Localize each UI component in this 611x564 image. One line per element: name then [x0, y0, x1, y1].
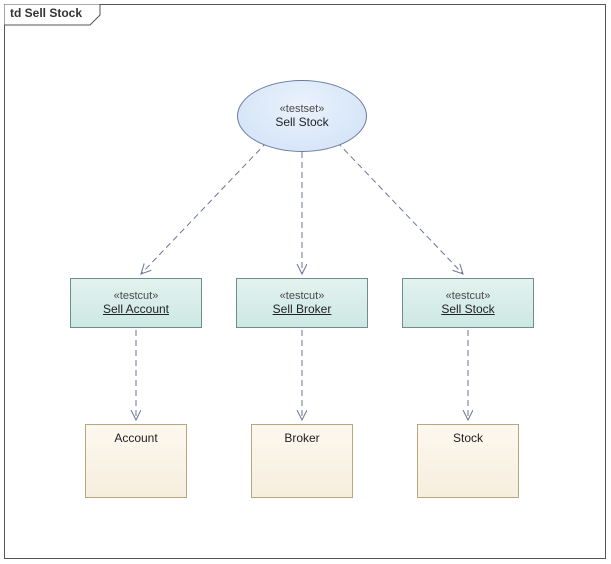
testset-name: Sell Stock: [275, 115, 328, 129]
class-broker[interactable]: Broker: [251, 424, 353, 498]
class-name: Stock: [453, 431, 483, 445]
frame-title: td Sell Stock: [10, 6, 82, 20]
class-name: Account: [114, 431, 157, 445]
testcut-stereotype: «testcut»: [114, 290, 159, 302]
testset-stereotype: «testset»: [280, 103, 325, 115]
testcut-name: Sell Account: [103, 302, 169, 316]
testcut-stereotype: «testcut»: [280, 290, 325, 302]
testset-node[interactable]: «testset» Sell Stock: [237, 80, 367, 152]
testcut-stereotype: «testcut»: [446, 290, 491, 302]
testcut-name: Sell Stock: [441, 302, 494, 316]
frame-title-tab: td Sell Stock: [4, 4, 114, 26]
class-name: Broker: [284, 431, 319, 445]
class-stock[interactable]: Stock: [417, 424, 519, 498]
testcut-sell-broker[interactable]: «testcut» Sell Broker: [236, 278, 368, 328]
testcut-sell-stock[interactable]: «testcut» Sell Stock: [402, 278, 534, 328]
class-account[interactable]: Account: [85, 424, 187, 498]
diagram-canvas: td Sell Stock «testset» Sell Stock «test…: [0, 0, 611, 564]
testcut-sell-account[interactable]: «testcut» Sell Account: [70, 278, 202, 328]
testcut-name: Sell Broker: [273, 302, 332, 316]
